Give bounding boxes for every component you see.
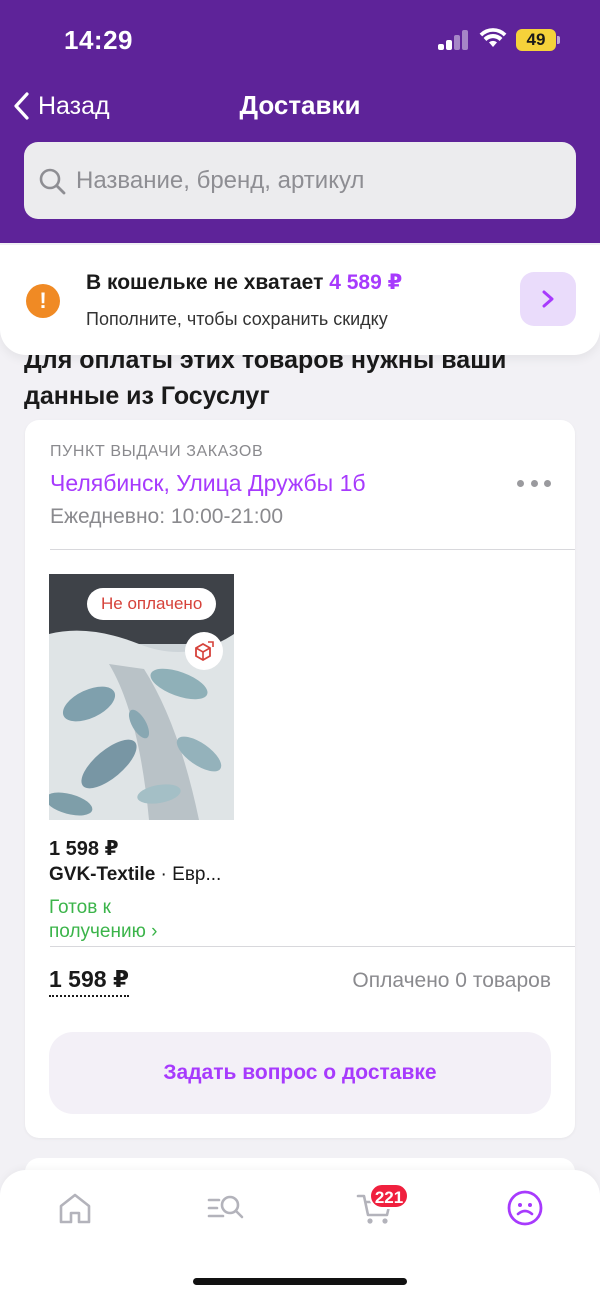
- status-bar: 14:29 49: [0, 0, 600, 80]
- product-name: · Евр...: [155, 864, 222, 885]
- catalog-search-icon[interactable]: [205, 1188, 245, 1228]
- home-indicator: [193, 1278, 407, 1285]
- battery-level: 49: [516, 29, 556, 51]
- cellular-signal-icon: [438, 30, 470, 50]
- ask-delivery-question-button[interactable]: Задать вопрос о доставке: [49, 1032, 551, 1114]
- wallet-amount: 4 589 ₽: [329, 271, 403, 294]
- search-bar[interactable]: [24, 142, 576, 219]
- delivery-card: ПУНКТ ВЫДАЧИ ЗАКАЗОВ Челябинск, Улица Др…: [25, 420, 575, 1138]
- search-input[interactable]: [76, 166, 556, 195]
- home-icon[interactable]: [55, 1188, 95, 1228]
- wallet-title: В кошельке не хватает 4 589 ₽: [86, 270, 402, 295]
- page-title: Доставки: [239, 90, 361, 120]
- total-price[interactable]: 1 598 ₽: [49, 966, 129, 997]
- cart-count-badge: 221: [369, 1183, 409, 1209]
- chevron-right-icon: [542, 290, 554, 308]
- return-box-icon: [185, 632, 223, 670]
- wallet-title-text: В кошельке не хватает: [86, 271, 324, 294]
- wifi-icon: [479, 28, 507, 47]
- ready-status-link[interactable]: Готов к получению ›: [49, 896, 209, 944]
- pickup-point-label: ПУНКТ ВЫДАЧИ ЗАКАЗОВ: [50, 443, 264, 460]
- battery-icon: 49: [516, 29, 560, 51]
- wallet-open-button[interactable]: [520, 272, 576, 326]
- unpaid-badge: Не оплачено: [87, 588, 217, 620]
- more-options-icon[interactable]: [517, 480, 551, 490]
- product-brand: GVK-Textile: [49, 864, 156, 885]
- wallet-banner[interactable]: [0, 245, 600, 355]
- profile-icon[interactable]: [505, 1188, 545, 1228]
- pickup-address-link[interactable]: Челябинск, Улица Дружбы 1б: [50, 470, 366, 497]
- warning-icon: !: [26, 284, 60, 318]
- pickup-hours: Ежедневно: 10:00-21:00: [50, 505, 283, 528]
- search-icon: [39, 168, 66, 194]
- product-title[interactable]: GVK-Textile · Евр...: [49, 864, 239, 886]
- paid-count: Оплачено 0 товаров: [352, 969, 551, 992]
- status-time: 14:29: [64, 25, 133, 55]
- divider: [50, 946, 575, 947]
- divider: [50, 549, 575, 550]
- product-price: 1 598 ₽: [49, 838, 119, 860]
- wallet-subtitle: Пополните, чтобы сохранить скидку: [86, 309, 388, 329]
